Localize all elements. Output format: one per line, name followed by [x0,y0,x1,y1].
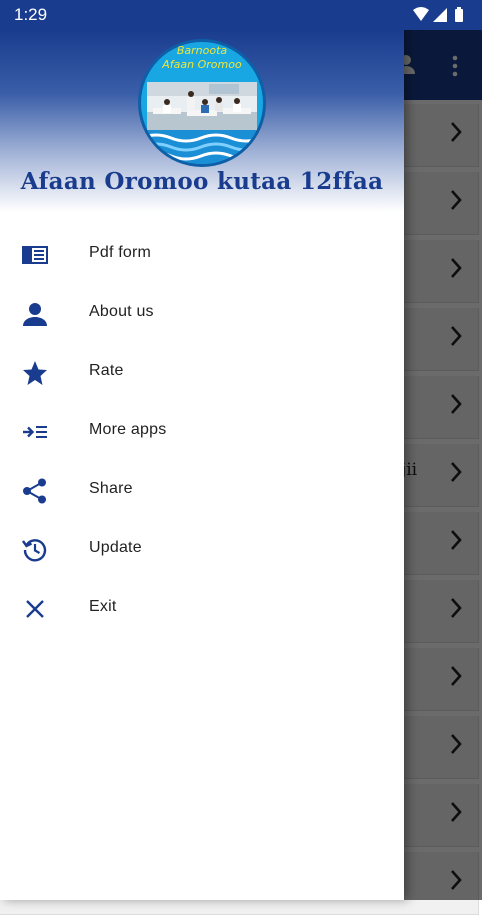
pdf-form-icon [22,246,48,264]
wifi-icon [413,7,429,21]
menu-item-label: Update [89,539,142,556]
status-time: 1:29 [14,5,48,24]
status-icons [413,7,463,22]
status-bar: 1:29 [0,0,482,30]
battery-icon [455,7,463,22]
logo-text-line1: Barnoota [176,44,228,57]
menu-item-exit[interactable]: Exit [0,579,404,638]
drawer-menu: Pdf form About us Rate More apps Share U… [0,225,404,638]
menu-item-label: More apps [89,421,167,438]
menu-item-pdf-form[interactable]: Pdf form [0,225,404,284]
more-apps-icon [23,426,47,438]
menu-item-about-us[interactable]: About us [0,284,404,343]
menu-item-label: About us [89,303,154,320]
menu-item-label: Share [89,480,133,497]
share-icon [23,478,46,504]
logo-text-line2: Afaan Oromoo [162,58,242,71]
navigation-drawer: Barnoota Afaan Oromoo Afaan Oromoo kutaa… [0,0,404,900]
classroom-photo [147,82,257,130]
menu-item-share[interactable]: Share [0,461,404,520]
person-icon [23,303,47,326]
close-icon [26,600,44,618]
signal-icon [433,8,447,22]
drawer-title: Afaan Oromoo kutaa 12ffaa [20,168,384,195]
menu-item-label: Rate [89,362,124,379]
menu-item-more-apps[interactable]: More apps [0,402,404,461]
menu-item-update[interactable]: Update [0,520,404,579]
logo-waves [141,130,263,164]
menu-item-rate[interactable]: Rate [0,343,404,402]
drawer-header: Barnoota Afaan Oromoo Afaan Oromoo kutaa… [0,30,404,212]
menu-item-label: Pdf form [89,244,152,261]
star-icon [23,361,47,385]
menu-item-label: Exit [89,598,117,615]
update-icon [22,539,47,562]
app-logo: Barnoota Afaan Oromoo [141,42,263,164]
